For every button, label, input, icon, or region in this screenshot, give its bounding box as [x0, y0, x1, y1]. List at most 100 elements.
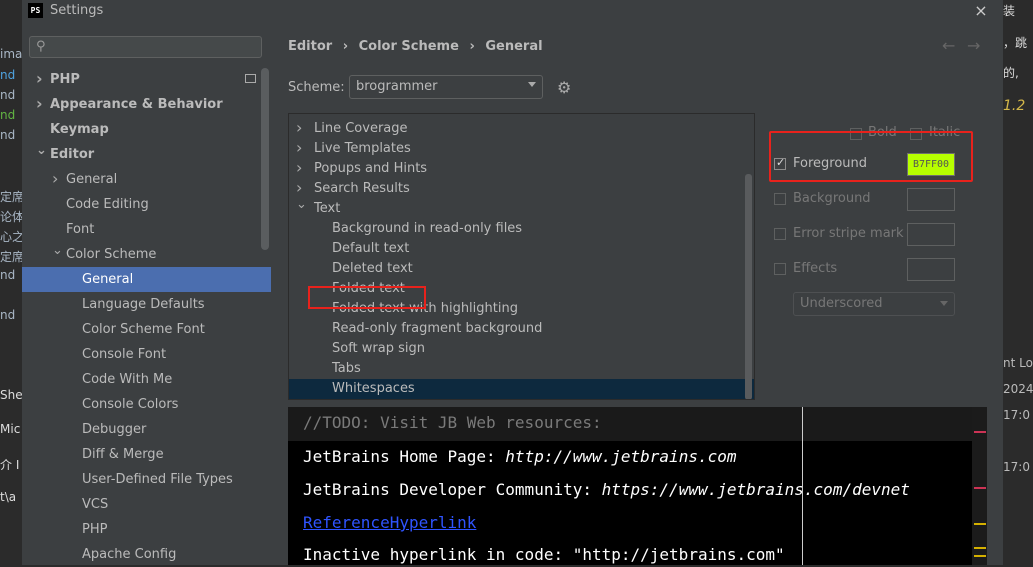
sidebar-item-language-defaults[interactable]: Language Defaults: [22, 292, 271, 317]
settings-search-input[interactable]: ⚲: [29, 36, 262, 58]
background-text: 17:0: [1003, 460, 1030, 474]
chevron-right-icon[interactable]: ›: [36, 91, 43, 116]
breadcrumb-color-scheme[interactable]: Color Scheme: [359, 39, 459, 54]
color-element-background-in-read-only-files[interactable]: Background in read-only files: [289, 219, 739, 239]
color-element-label: Line Coverage: [314, 121, 408, 136]
effects-label: Effects: [793, 261, 838, 276]
sidebar-item-label: VCS: [82, 497, 109, 512]
effects-checkbox[interactable]: [774, 263, 786, 275]
color-element-search-results[interactable]: › Search Results: [289, 178, 739, 199]
chevron-down-icon[interactable]: ⌄: [296, 195, 307, 215]
color-element-tabs[interactable]: Tabs: [289, 359, 739, 379]
error-stripe-checkbox[interactable]: [774, 228, 786, 240]
sidebar-item-label: Console Colors: [82, 397, 179, 412]
color-element-label: Read-only fragment background: [332, 321, 543, 336]
sidebar-item-php[interactable]: PHP: [22, 517, 271, 542]
preview-text: JetBrains Home Page:: [303, 447, 506, 466]
chevron-right-icon[interactable]: ›: [36, 66, 43, 91]
sidebar-item-label: Color Scheme: [66, 247, 157, 262]
sidebar-item-label: Editor: [50, 147, 95, 162]
breadcrumb: Editor › Color Scheme › General: [288, 39, 549, 54]
scheme-label: Scheme:: [288, 80, 345, 95]
scheme-dropdown[interactable]: brogrammer: [349, 75, 543, 99]
sidebar-item-general[interactable]: › General: [22, 167, 271, 192]
color-element-label: Search Results: [314, 181, 410, 196]
color-element-default-text[interactable]: Default text: [289, 239, 739, 259]
project-settings-icon: [245, 74, 256, 83]
background-color-swatch[interactable]: [907, 188, 955, 211]
sidebar-item-label: General: [82, 272, 134, 287]
sidebar-item-general[interactable]: General: [22, 267, 271, 292]
color-element-whitespaces[interactable]: Whitespaces: [289, 379, 754, 399]
sidebar-item-appearance-behavior[interactable]: › Appearance & Behavior: [22, 92, 271, 117]
sidebar-item-php[interactable]: › PHP: [22, 67, 271, 92]
breadcrumb-editor[interactable]: Editor: [288, 39, 332, 54]
chevron-right-icon[interactable]: ›: [296, 138, 302, 158]
sidebar-item-label: Code With Me: [82, 372, 173, 387]
sidebar-item-label: Apache Config: [82, 547, 177, 562]
sidebar-item-vcs[interactable]: VCS: [22, 492, 271, 517]
chevron-right-icon[interactable]: ›: [296, 158, 302, 178]
effect-type-dropdown[interactable]: Underscored: [793, 292, 955, 316]
chevron-down-icon: [940, 301, 948, 306]
background-text: 装: [1003, 4, 1016, 18]
background-text: 论体: [0, 210, 22, 224]
color-element-popups-and-hints[interactable]: › Popups and Hints: [289, 158, 739, 179]
close-button[interactable]: ×: [970, 0, 992, 22]
effect-type-value: Underscored: [800, 296, 883, 311]
color-element-read-only-fragment-background[interactable]: Read-only fragment background: [289, 319, 739, 339]
color-element-text[interactable]: ⌄ Text: [289, 197, 739, 219]
sidebar-item-diff-merge[interactable]: Diff & Merge: [22, 442, 271, 467]
color-element-soft-wrap-sign[interactable]: Soft wrap sign: [289, 339, 739, 359]
sidebar-item-label: Keymap: [50, 122, 109, 137]
color-element-label: Soft wrap sign: [332, 341, 425, 356]
chevron-down-icon[interactable]: ⌄: [36, 138, 47, 163]
color-element-label: Deleted text: [332, 261, 413, 276]
breadcrumb-general: General: [485, 39, 543, 54]
right-margin-guide: [802, 407, 803, 565]
chevron-right-icon[interactable]: ›: [52, 166, 58, 191]
background-text: 的,: [1003, 66, 1019, 80]
back-arrow-icon[interactable]: ←: [942, 36, 955, 55]
sidebar-item-label: PHP: [82, 522, 108, 537]
sidebar-item-code-with-me[interactable]: Code With Me: [22, 367, 271, 392]
sidebar-item-editor[interactable]: ⌄ Editor: [22, 142, 271, 167]
color-element-live-templates[interactable]: › Live Templates: [289, 138, 739, 159]
gear-icon[interactable]: ⚙: [557, 78, 571, 97]
sidebar-item-keymap[interactable]: Keymap: [22, 117, 271, 142]
scheme-preview-editor[interactable]: //TODO: Visit JB Web resources: JetBrain…: [288, 407, 987, 565]
sidebar-item-debugger[interactable]: Debugger: [22, 417, 271, 442]
sidebar-item-color-scheme-font[interactable]: Color Scheme Font: [22, 317, 271, 342]
color-element-deleted-text[interactable]: Deleted text: [289, 259, 739, 279]
forward-arrow-icon[interactable]: →: [967, 36, 980, 55]
chevron-down-icon[interactable]: ⌄: [52, 238, 63, 263]
sidebar-scrollbar[interactable]: [261, 68, 269, 250]
background-text: nd: [0, 88, 16, 102]
sidebar-item-user-defined-file-types[interactable]: User-Defined File Types: [22, 467, 271, 492]
sidebar-item-color-scheme[interactable]: ⌄ Color Scheme: [22, 242, 271, 267]
sidebar-item-apache-config[interactable]: Apache Config: [22, 542, 271, 567]
color-element-line-coverage[interactable]: › Line Coverage: [289, 118, 739, 139]
chevron-right-icon[interactable]: ›: [296, 118, 302, 138]
window-title: Settings: [50, 3, 104, 18]
breadcrumb-separator-icon: ›: [342, 39, 349, 54]
effects-color-swatch[interactable]: [907, 258, 955, 281]
sidebar-item-code-editing[interactable]: Code Editing: [22, 192, 271, 217]
background-checkbox[interactable]: [774, 193, 786, 205]
background-editor-right: 装 ，跳的, 1.2 nt Log 2024 17:0 17:0: [1003, 0, 1033, 565]
preview-url[interactable]: https://www.jetbrains.com/devnet: [602, 480, 910, 499]
element-tree-scrollbar[interactable]: [745, 174, 752, 399]
error-stripe-color-swatch[interactable]: [907, 223, 955, 246]
background-text: Mic: [0, 422, 21, 436]
sidebar-item-console-colors[interactable]: Console Colors: [22, 392, 271, 417]
sidebar-item-console-font[interactable]: Console Font: [22, 342, 271, 367]
settings-content: Editor › Color Scheme › General ← → Sche…: [271, 24, 1003, 565]
preview-reference-hyperlink[interactable]: ReferenceHyperlink: [303, 513, 476, 532]
sidebar-item-label: Debugger: [82, 422, 147, 437]
preview-url[interactable]: http://www.jetbrains.com: [505, 447, 736, 466]
scheme-value: brogrammer: [356, 79, 438, 94]
preview-scrollbar[interactable]: [972, 407, 987, 565]
background-text: 17:0: [1003, 408, 1030, 422]
preview-comment-line: //TODO: Visit JB Web resources:: [303, 413, 602, 432]
chevron-down-icon: [528, 82, 536, 87]
